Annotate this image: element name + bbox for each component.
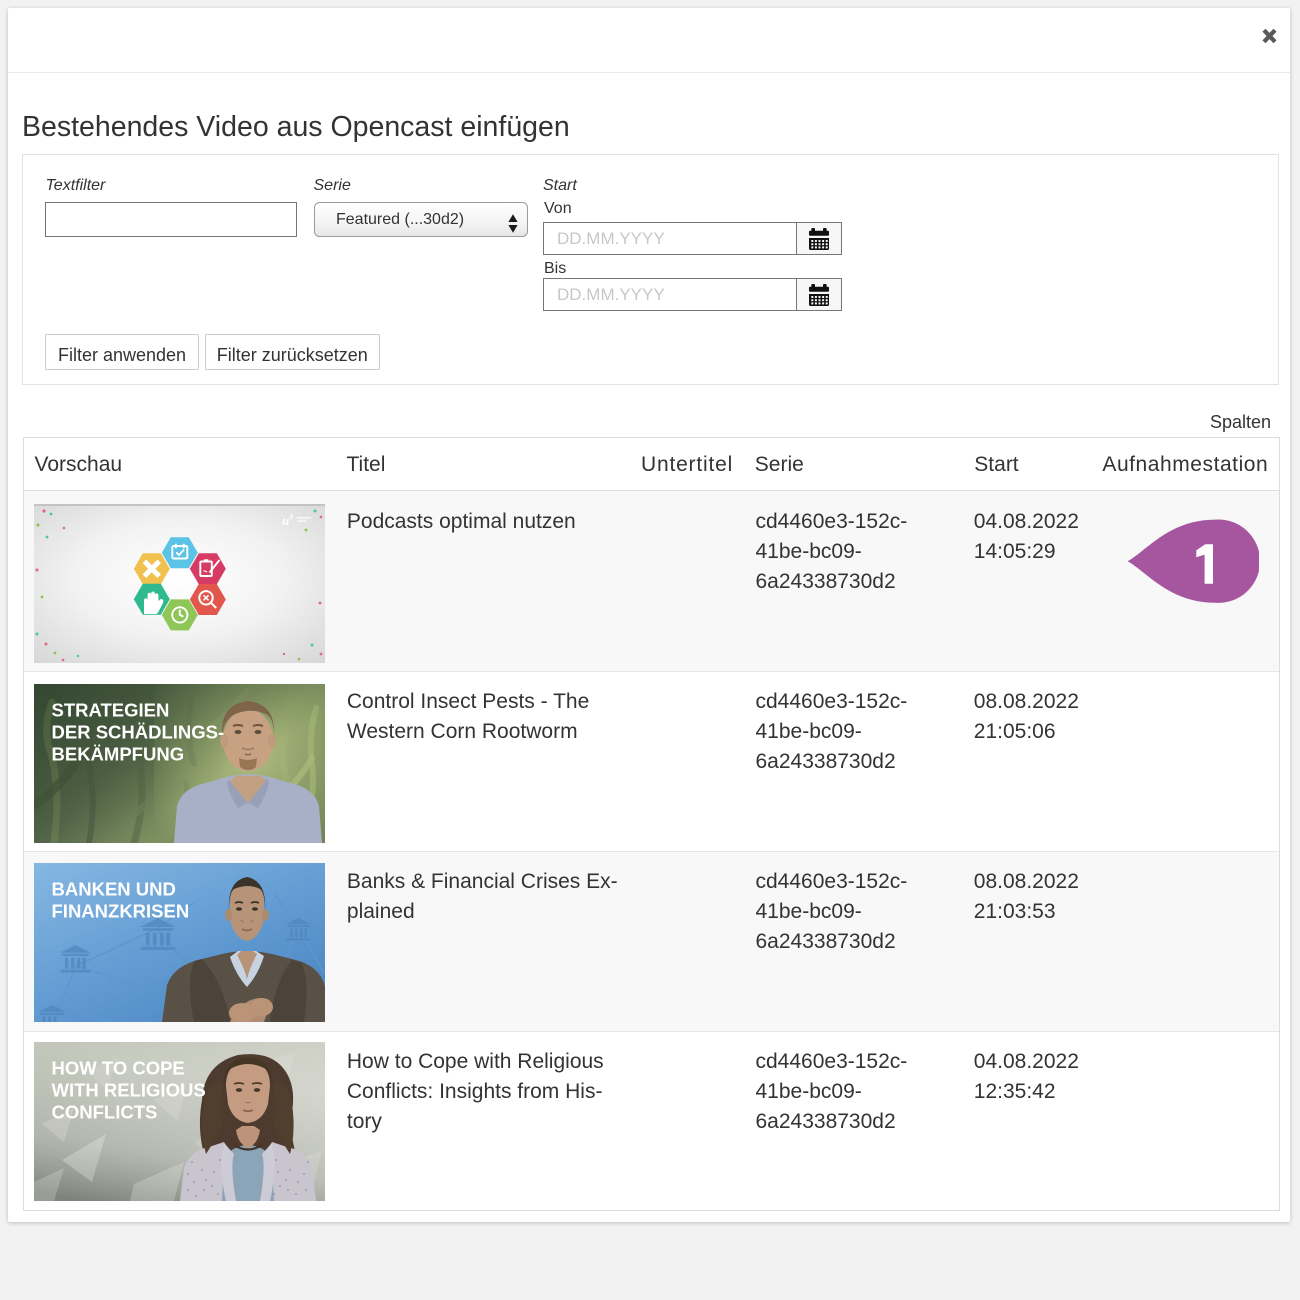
svg-text:STRATEGIEN: STRATEGIEN <box>51 699 169 720</box>
svg-text:CONFLICTS: CONFLICTS <box>51 1102 157 1123</box>
svg-text:BEKÄMPFUNG: BEKÄMPFUNG <box>51 743 184 764</box>
svg-text:b: b <box>290 513 294 521</box>
svg-text:WITH RELIGIOUS: WITH RELIGIOUS <box>51 1080 205 1101</box>
svg-text:FINANZKRISEN: FINANZKRISEN <box>51 900 189 921</box>
svg-text:u: u <box>282 513 289 528</box>
svg-text:DER SCHÄDLINGS-: DER SCHÄDLINGS- <box>51 721 224 742</box>
svg-text:HOW TO COPE: HOW TO COPE <box>51 1058 184 1079</box>
svg-text:BANKEN UND: BANKEN UND <box>51 878 175 899</box>
